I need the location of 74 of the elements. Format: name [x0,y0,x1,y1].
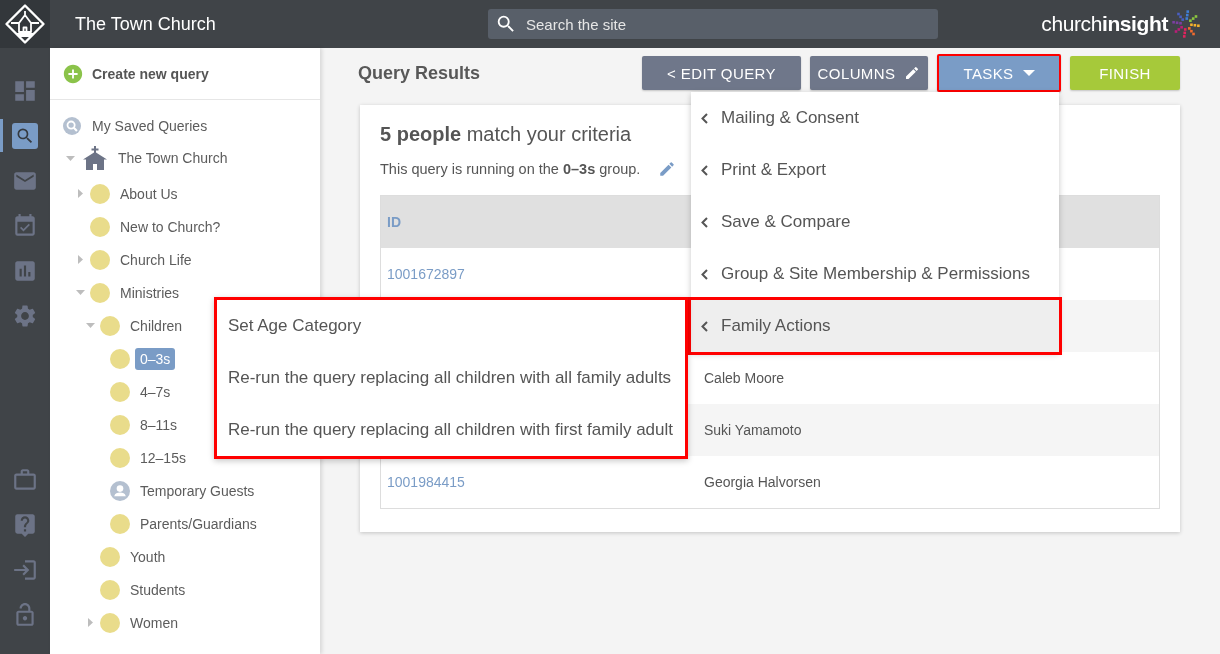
calendar-icon[interactable] [12,212,38,239]
menu-item[interactable]: Family Actions [688,297,1062,355]
chevron-left-icon [701,216,708,228]
table-cell: Suki Yamamoto [704,422,802,438]
brand-wordmark: churchinsight [1041,12,1168,36]
search-icon[interactable] [12,122,38,149]
group-avatar-icon [110,381,130,402]
tree-item[interactable]: Parents/Guardians [140,512,257,535]
group-avatar-icon [90,282,110,303]
chevron-left-icon [701,320,708,332]
menu-item[interactable]: Group & Site Membership & Permissions [691,248,1059,300]
tree-item[interactable]: Youth [130,545,166,568]
menu-item[interactable]: Save & Compare [691,196,1059,248]
caret-right-icon[interactable] [77,189,83,198]
chevron-left-icon [701,268,708,280]
group-avatar-icon [110,414,130,435]
tree-item[interactable]: My Saved Queries [92,115,208,136]
pencil-icon[interactable] [658,160,677,178]
table-cell: Caleb Moore [704,370,785,386]
caret-right-icon[interactable] [87,618,93,627]
tree-item[interactable]: 8–11s [140,413,178,436]
active-indicator [0,119,3,152]
group-avatar-icon [110,348,130,369]
chevron-left-icon [701,164,708,176]
search-icon [63,116,81,135]
tree-item[interactable]: Women [130,611,178,634]
group-avatar-icon [100,579,120,600]
person-avatar-icon [110,480,130,501]
tree-item[interactable]: Children [130,314,183,337]
group-avatar-icon [110,513,130,534]
columns-button[interactable]: COLUMNS [810,56,928,90]
caret-right-icon[interactable] [77,255,83,264]
starburst-logo-icon [1172,10,1200,38]
create-query-button[interactable]: Create new query [62,62,209,85]
tree-item[interactable]: The Town Church [118,147,228,169]
query-note: This query is running on the 0–3s group. [380,160,641,178]
church-icon [82,146,108,170]
caret-down-icon [1022,70,1035,76]
pencil-icon [904,65,921,81]
chevron-left-icon [701,112,708,124]
help-icon[interactable] [12,511,38,538]
caret-down-icon[interactable] [75,290,85,295]
menu-item[interactable]: Re-run the query replacing all children with all family adults [216,352,685,404]
tree-item[interactable]: New to Church? [120,215,221,238]
caret-down-icon[interactable] [85,323,95,328]
diamond-logo-icon[interactable] [0,0,50,48]
briefcase-icon[interactable] [12,466,38,493]
tree-item[interactable]: 4–7s [140,380,171,403]
tree-item[interactable]: Church Life [120,248,192,271]
table-cell: Georgia Halvorsen [704,474,821,490]
tree-item[interactable]: Temporary Guests [140,479,255,502]
plus-icon [62,62,84,85]
search-icon [495,13,517,35]
tree-item[interactable]: 12–15s [140,446,186,469]
edit-query-button[interactable]: < EDIT QUERY [642,56,801,90]
results-heading: 5 people match your criteria [380,122,633,146]
menu-item[interactable]: Re-run the query replacing all children with first family adult [216,404,685,456]
menu-item[interactable]: Print & Export [691,144,1059,196]
page-title: Query Results [358,62,482,84]
caret-down-icon[interactable] [65,155,75,161]
group-avatar-icon [90,183,110,204]
menu-item[interactable]: Set Age Category [216,300,685,352]
search-field[interactable]: Search the site [488,9,938,39]
group-avatar-icon [100,612,120,633]
site-title: The Town Church [75,13,216,35]
tree-item[interactable]: Students [130,578,186,601]
group-avatar-icon [90,216,110,237]
tree-item[interactable]: About Us [120,182,178,205]
tree-item[interactable]: Ministries [120,281,180,304]
group-avatar-icon [90,249,110,270]
menu-item[interactable]: Mailing & Consent [691,92,1059,144]
group-avatar-icon [100,315,120,336]
group-avatar-icon [110,447,130,468]
group-avatar-icon [100,546,120,567]
